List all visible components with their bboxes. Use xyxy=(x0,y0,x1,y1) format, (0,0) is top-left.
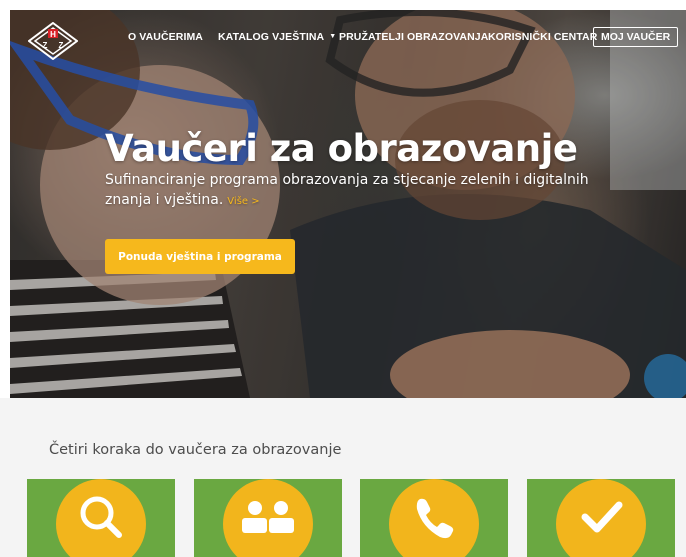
step-card-users[interactable] xyxy=(194,479,342,557)
hzz-logo[interactable]: H Z Z xyxy=(28,22,78,60)
users-icon xyxy=(242,501,294,533)
phone-icon xyxy=(416,498,454,539)
svg-text:Z: Z xyxy=(43,41,48,50)
page: H Z Z O VAUČERIMA KATALOG VJEŠTINA ▼ PRUŽ… xyxy=(0,0,686,557)
more-link[interactable]: Više > xyxy=(227,196,259,207)
chevron-down-icon: ▼ xyxy=(329,33,337,40)
moj-vaucer-button[interactable]: MOJ VAUČER xyxy=(593,27,679,47)
search-icon xyxy=(80,496,122,538)
svg-text:H: H xyxy=(50,30,56,39)
checkmark-icon xyxy=(581,501,623,533)
hero-title: Vaučeri za obrazovanje xyxy=(105,127,578,170)
steps-section: Četiri koraka do vaučera za obrazovanje xyxy=(0,398,686,557)
programs-offer-button[interactable]: Ponuda vještina i programa xyxy=(105,239,295,274)
nav-item-korisnicki-centar[interactable]: KORISNIČKI CENTAR xyxy=(488,31,597,43)
step-card-search[interactable] xyxy=(27,479,175,557)
step-card-check[interactable] xyxy=(527,479,675,557)
svg-text:Z: Z xyxy=(59,41,64,50)
steps-title: Četiri koraka do vaučera za obrazovanje xyxy=(49,442,342,458)
nav-item-label: KATALOG VJEŠTINA xyxy=(218,31,325,43)
nav-item-o-vaucerima[interactable]: O VAUČERIMA xyxy=(128,31,203,43)
hero-banner: H Z Z O VAUČERIMA KATALOG VJEŠTINA ▼ PRUŽ… xyxy=(10,10,686,398)
hero-subtitle: Sufinanciranje programa obrazovanja za s… xyxy=(105,170,605,212)
nav-item-pruzatelji-obrazovanja[interactable]: PRUŽATELJI OBRAZOVANJA xyxy=(339,31,488,43)
step-card-phone[interactable] xyxy=(360,479,508,557)
hero-subtitle-text: Sufinanciranje programa obrazovanja za s… xyxy=(105,172,589,208)
nav-item-katalog-vjestina[interactable]: KATALOG VJEŠTINA ▼ xyxy=(218,31,336,43)
